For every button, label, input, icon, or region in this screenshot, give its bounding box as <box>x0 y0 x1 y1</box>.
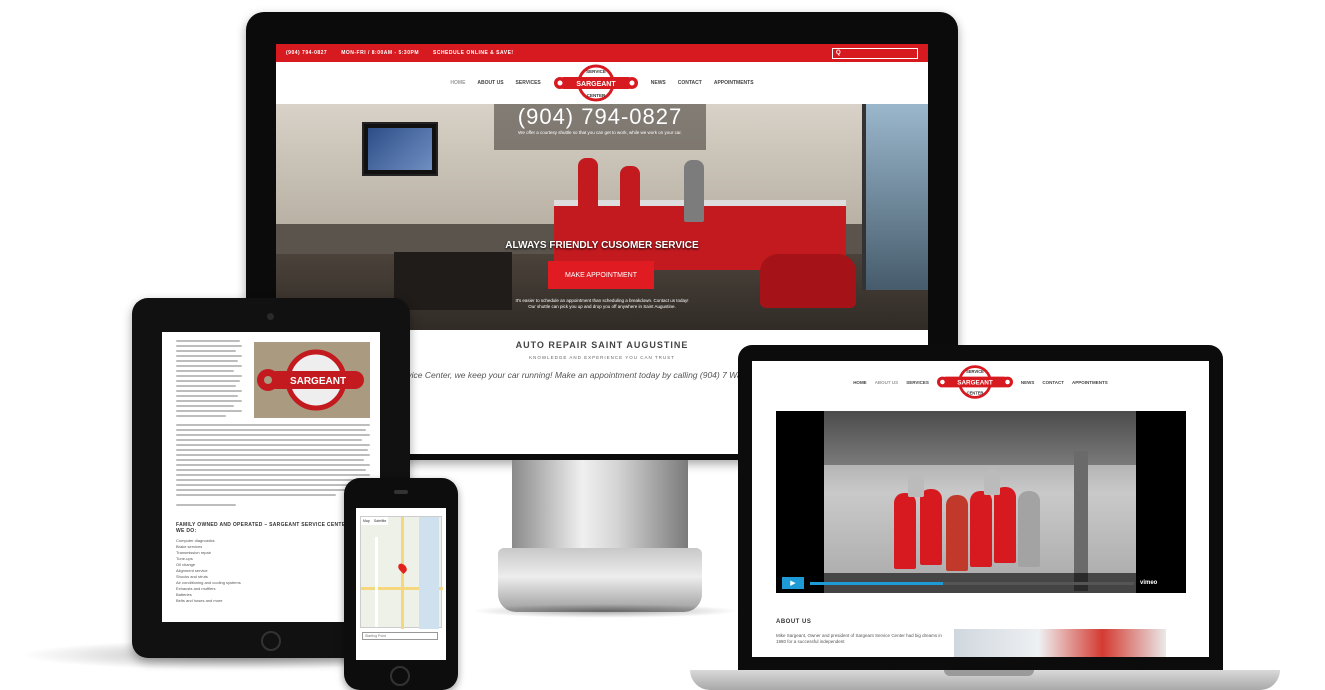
map-pin-icon[interactable] <box>396 561 409 575</box>
tablet-sign-photo: SARGEANT <box>254 342 370 418</box>
monitor-base <box>498 548 702 612</box>
nav-home[interactable]: HOME <box>853 380 867 385</box>
laptop-device: HOME ABOUT US SERVICES SERVICE SARGEANT … <box>738 345 1223 672</box>
phone-website: Map Satellite Starting Point <box>356 508 446 660</box>
svg-text:SERVICE: SERVICE <box>586 69 606 74</box>
topbar-schedule-link[interactable]: SCHEDULE ONLINE & SAVE! <box>433 50 514 56</box>
top-contact-bar: (904) 794-0827 MON-FRI / 8:00AM - 5:30PM… <box>276 44 928 62</box>
laptop-notch <box>944 670 1034 676</box>
hero-tagline: ALWAYS FRIENDLY CUSOMER SERVICE <box>505 240 699 251</box>
svg-text:CENTER: CENTER <box>967 391 984 396</box>
hero-photo-person <box>620 166 640 228</box>
nav-news[interactable]: NEWS <box>651 80 666 86</box>
laptop-about-image <box>954 629 1166 657</box>
nav-about-us[interactable]: ABOUT US <box>477 80 503 86</box>
nav-news[interactable]: NEWS <box>1021 380 1035 385</box>
map-water <box>419 517 439 629</box>
video-person <box>1018 491 1040 567</box>
video-person <box>984 469 1000 495</box>
video-person <box>946 495 968 571</box>
laptop-main-nav: HOME ABOUT US SERVICES SERVICE SARGEANT … <box>752 361 1209 403</box>
video-person <box>908 471 924 497</box>
video-progress-bar[interactable] <box>810 581 1134 585</box>
hero-photo-window <box>862 104 928 290</box>
video-frame <box>824 411 1136 593</box>
site-logo[interactable]: SERVICE SARGEANT CENTER <box>553 64 639 102</box>
nav-contact[interactable]: CONTACT <box>678 80 702 86</box>
topbar-phone-link[interactable]: (904) 794-0827 <box>286 50 327 56</box>
hero-photo-person <box>684 160 704 222</box>
starting-point-input[interactable]: Starting Point <box>362 632 438 640</box>
svg-text:SARGEANT: SARGEANT <box>576 81 616 88</box>
home-button-icon[interactable] <box>390 666 410 686</box>
nav-services[interactable]: SERVICES <box>516 80 541 86</box>
speaker-icon <box>394 490 408 494</box>
nav-contact[interactable]: CONTACT <box>1042 380 1064 385</box>
video-controls: ▶ vimeo <box>776 573 1186 593</box>
home-button-icon[interactable] <box>261 631 281 651</box>
laptop-about-title: ABOUT US <box>776 619 812 625</box>
nav-appointments[interactable]: APPOINTMENTS <box>1072 380 1108 385</box>
video-garage-pillar <box>1074 451 1088 591</box>
video-garage-roof <box>824 411 1136 465</box>
nav-services[interactable]: SERVICES <box>906 380 929 385</box>
hero-phone-banner: (904) 794-0827 We offer a courtesy shutt… <box>494 104 706 150</box>
svg-text:SERVICE: SERVICE <box>966 369 984 374</box>
nav-appointments[interactable]: APPOINTMENTS <box>714 80 754 86</box>
hero-photo-chair <box>760 254 856 308</box>
map-type-tabs: Map Satellite <box>361 517 389 525</box>
video-person <box>994 487 1016 563</box>
sargeant-logo-icon: SERVICE SARGEANT CENTER <box>553 64 638 102</box>
search-icon: Q <box>836 50 842 56</box>
map-tab[interactable]: Map <box>363 519 370 523</box>
vimeo-video-player[interactable]: ▶ vimeo <box>776 411 1186 593</box>
main-nav: HOME ABOUT US SERVICES SERVICE SARGEANT … <box>276 62 928 104</box>
vimeo-logo[interactable]: vimeo <box>1140 580 1157 586</box>
device-mockup-scene: (904) 794-0827 MON-FRI / 8:00AM - 5:30PM… <box>0 0 1325 690</box>
svg-text:CENTER: CENTER <box>586 93 605 98</box>
svg-text:SARGEANT: SARGEANT <box>957 380 993 387</box>
sargeant-logo-icon[interactable]: SERVICE SARGEANT CENTER <box>936 364 1013 400</box>
laptop-website: HOME ABOUT US SERVICES SERVICE SARGEANT … <box>752 361 1209 657</box>
hero-shuttle-note: We offer a courtesy shuttle so that you … <box>518 130 682 135</box>
hero-fine-print: It's easier to schedule an appointment t… <box>515 298 689 309</box>
video-person <box>920 489 942 565</box>
svg-text:SARGEANT: SARGEANT <box>290 376 346 387</box>
video-progress-fill <box>810 581 943 585</box>
google-map[interactable]: Map Satellite <box>360 516 443 629</box>
monitor-stand <box>512 460 688 555</box>
topbar-hours: MON-FRI / 8:00AM - 5:30PM <box>341 50 419 56</box>
sargeant-sign-icon: SARGEANT <box>254 342 370 418</box>
video-person <box>970 491 992 567</box>
hero-photo-cabinet <box>394 252 512 310</box>
tablet-services-list: Computer diagnostics Brake services Tran… <box>176 538 241 604</box>
hero-photo-person <box>578 158 598 220</box>
phone-device: Map Satellite Starting Point <box>344 478 458 690</box>
list-item: Belts and hoses and more <box>176 598 223 603</box>
map-road <box>375 537 378 627</box>
make-appointment-button[interactable]: MAKE APPOINTMENT <box>548 261 654 289</box>
hero-photo-tv <box>362 122 438 176</box>
search-input[interactable]: Q <box>832 47 918 59</box>
hero-banner: (904) 794-0827 We offer a courtesy shutt… <box>276 104 928 330</box>
play-icon[interactable]: ▶ <box>782 577 804 589</box>
hero-phone-number[interactable]: (904) 794-0827 <box>494 104 706 130</box>
nav-home[interactable]: HOME <box>450 80 465 86</box>
laptop-about-text: Mike Sargeant, Owner and president of Sa… <box>776 633 942 644</box>
satellite-tab[interactable]: Satellite <box>374 519 386 523</box>
camera-icon <box>267 313 274 320</box>
video-person <box>894 493 916 569</box>
monitor-shadow <box>470 604 740 618</box>
nav-about-us[interactable]: ABOUT US <box>875 380 899 385</box>
